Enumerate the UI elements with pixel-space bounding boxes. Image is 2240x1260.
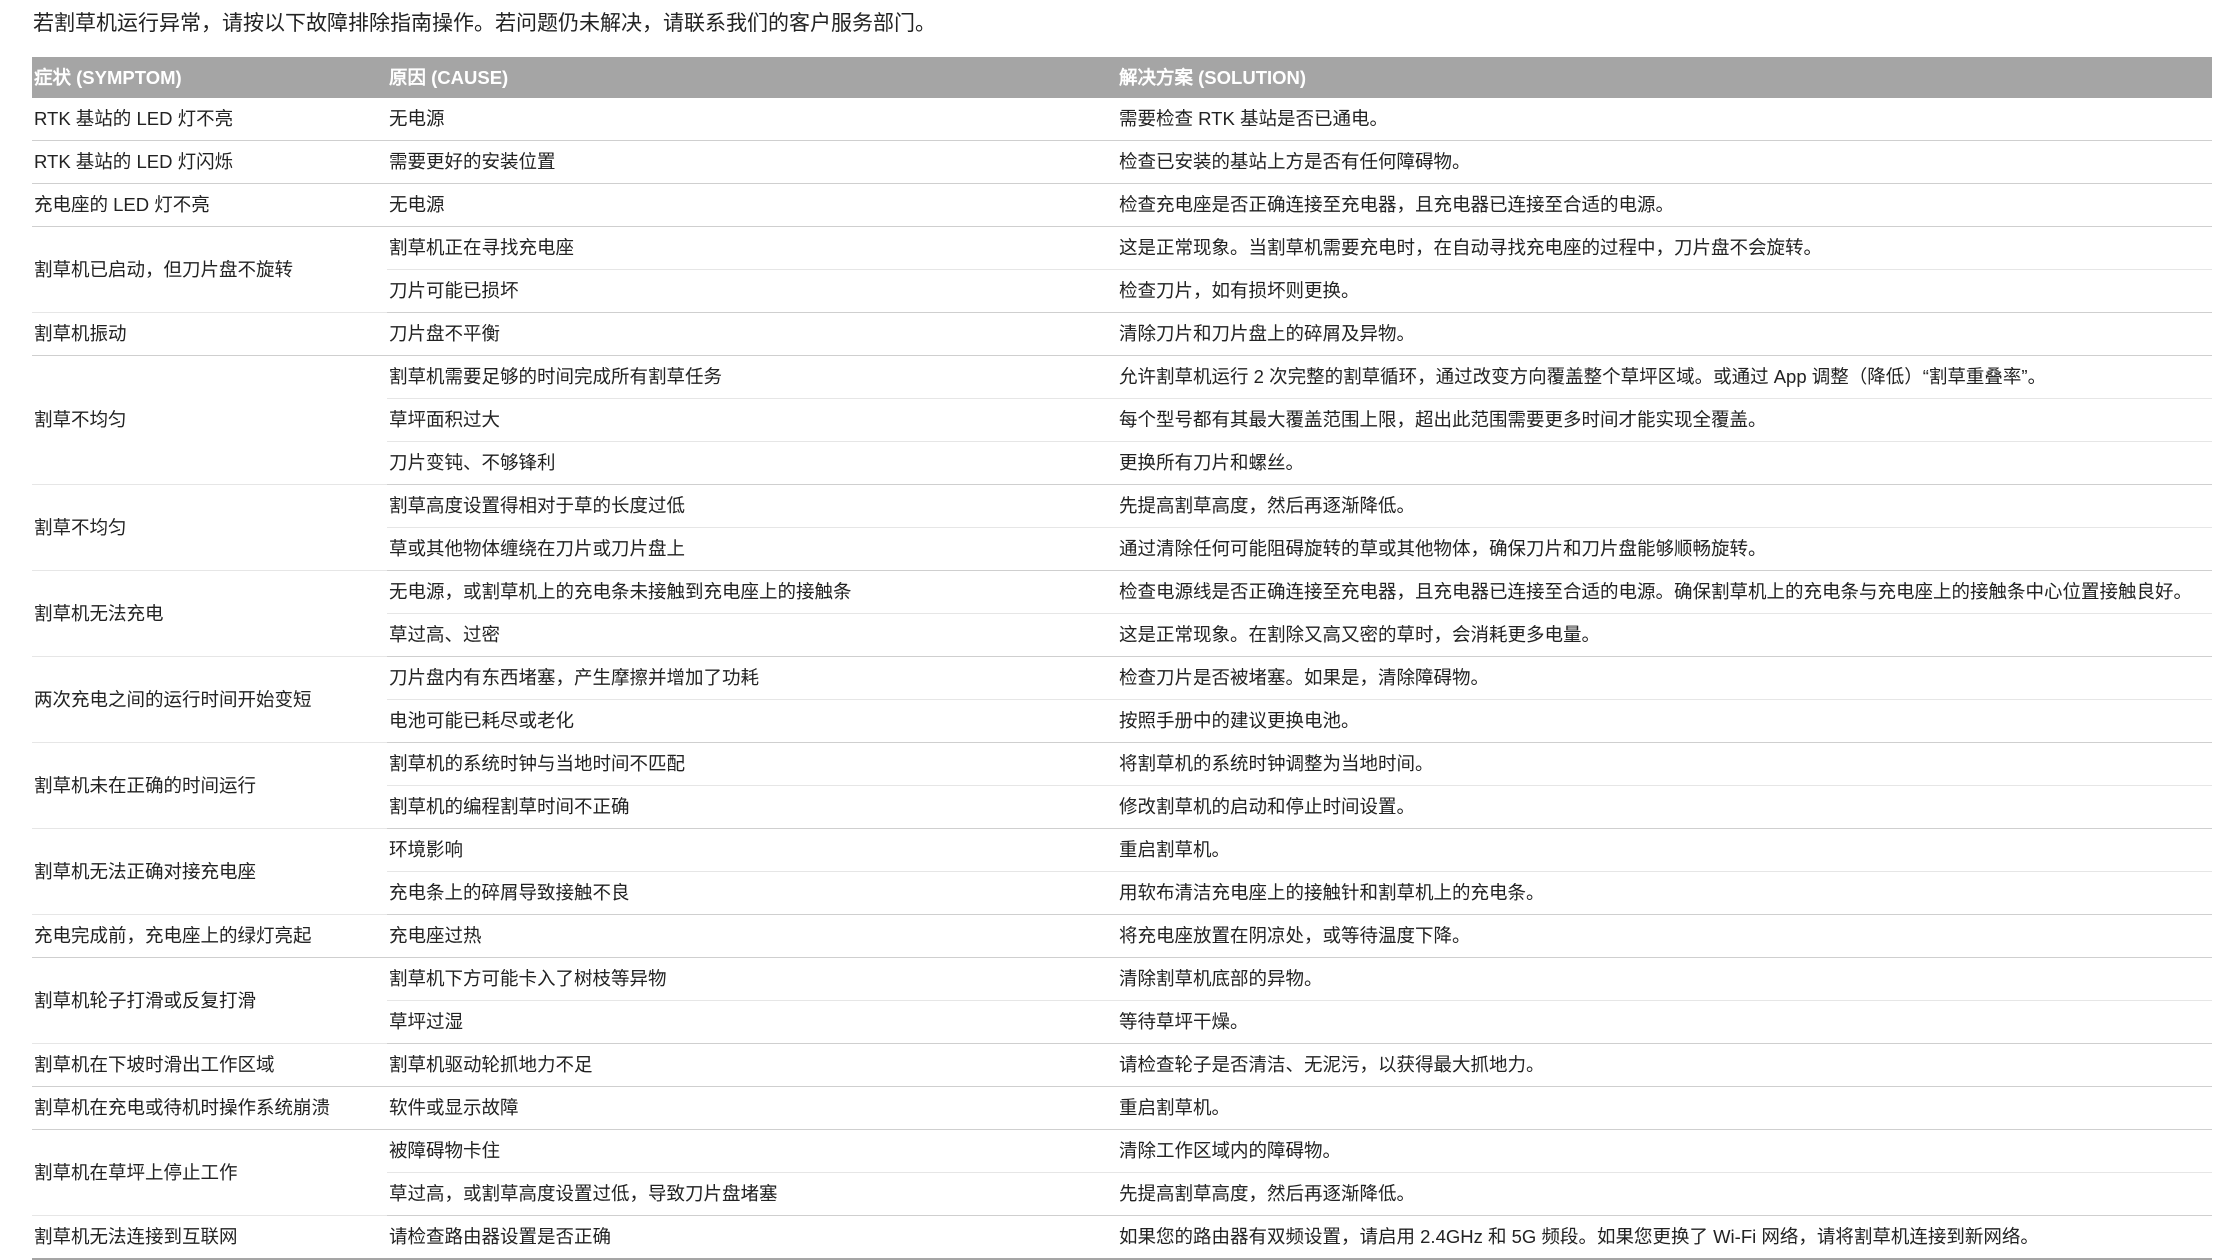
cause-cell: 草坪面积过大 (387, 398, 1117, 442)
solution-cell: 清除割草机底部的异物。 (1117, 957, 2212, 1001)
table-row: 充电座的 LED 灯不亮 无电源 检查充电座是否正确连接至充电器，且充电器已连接至合… (32, 183, 2212, 227)
cause-cell: 割草高度设置得相对于草的长度过低 (387, 484, 1117, 528)
solution-cell: 等待草坪干燥。 (1117, 1000, 2212, 1044)
symptom-cell: 割草不均匀 (32, 484, 387, 571)
header-solution: 解决方案 (SOLUTION) (1117, 57, 2212, 98)
solution-cell: 先提高割草高度，然后再逐渐降低。 (1117, 484, 2212, 528)
cause-cell: 需要更好的安装位置 (387, 140, 1117, 184)
solution-cell: 更换所有刀片和螺丝。 (1117, 441, 2212, 485)
solution-cell: 这是正常现象。在割除又高又密的草时，会消耗更多电量。 (1117, 613, 2212, 657)
cause-cell: 电池可能已耗尽或老化 (387, 699, 1117, 743)
cause-cell: 环境影响 (387, 828, 1117, 872)
table-row: 割草机未在正确的时间运行 割草机的系统时钟与当地时间不匹配 将割草机的系统时钟调整为… (32, 742, 2212, 829)
troubleshooting-page: 若割草机运行异常，请按以下故障排除指南操作。若问题仍未解决，请联系我们的客户服务… (0, 0, 2240, 1260)
table-row: 割草不均匀 割草机需要足够的时间完成所有割草任务 允许割草机运行 2 次完整的割草循… (32, 355, 2212, 485)
solution-cell: 清除刀片和刀片盘上的碎屑及异物。 (1117, 312, 2212, 356)
solution-cell: 每个型号都有其最大覆盖范围上限，超出此范围需要更多时间才能实现全覆盖。 (1117, 398, 2212, 442)
solution-cell: 将割草机的系统时钟调整为当地时间。 (1117, 742, 2212, 786)
table-row: 割草机在充电或待机时操作系统崩溃 软件或显示故障 重启割草机。 (32, 1086, 2212, 1130)
cause-cell: 充电座过热 (387, 914, 1117, 958)
table-body: RTK 基站的 LED 灯不亮 无电源 需要检查 RTK 基站是否已通电。 RTK 基… (32, 98, 2212, 1260)
cause-cell: 割草机的系统时钟与当地时间不匹配 (387, 742, 1117, 786)
solution-cell: 重启割草机。 (1117, 1086, 2212, 1130)
cause-cell: 草坪过湿 (387, 1000, 1117, 1044)
cause-cell: 请检查路由器设置是否正确 (387, 1215, 1117, 1260)
symptom-cell: RTK 基站的 LED 灯闪烁 (32, 140, 387, 184)
table-row: RTK 基站的 LED 灯不亮 无电源 需要检查 RTK 基站是否已通电。 (32, 98, 2212, 141)
cause-cell: 割草机下方可能卡入了树枝等异物 (387, 957, 1117, 1001)
symptom-cell: 割草机无法充电 (32, 570, 387, 657)
symptom-cell: 两次充电之间的运行时间开始变短 (32, 656, 387, 743)
solution-cell: 用软布清洁充电座上的接触针和割草机上的充电条。 (1117, 871, 2212, 915)
intro-text: 若割草机运行异常，请按以下故障排除指南操作。若问题仍未解决，请联系我们的客户服务… (33, 12, 936, 35)
cause-cell: 割草机的编程割草时间不正确 (387, 785, 1117, 829)
solution-cell: 检查已安装的基站上方是否有任何障碍物。 (1117, 140, 2212, 184)
symptom-cell: 充电完成前，充电座上的绿灯亮起 (32, 914, 387, 958)
table-row: 割草机在草坪上停止工作 被障碍物卡住 清除工作区域内的障碍物。 (32, 1129, 2212, 1216)
cause-cell: 刀片盘内有东西堵塞，产生摩擦并增加了功耗 (387, 656, 1117, 700)
symptom-cell: 割草机无法正确对接充电座 (32, 828, 387, 915)
cause-cell: 无电源，或割草机上的充电条未接触到充电座上的接触条 (387, 570, 1117, 614)
cause-cell: 草过高，或割草高度设置过低，导致刀片盘堵塞 (387, 1172, 1117, 1216)
table-row: 割草机在下坡时滑出工作区域 割草机驱动轮抓地力不足 请检查轮子是否清洁、无泥污，以获… (32, 1043, 2212, 1087)
symptom-cell: 割草机在草坪上停止工作 (32, 1129, 387, 1216)
solution-cell: 按照手册中的建议更换电池。 (1117, 699, 2212, 743)
symptom-cell: 割草不均匀 (32, 355, 387, 485)
symptom-cell: 充电座的 LED 灯不亮 (32, 183, 387, 227)
table-row: 充电完成前，充电座上的绿灯亮起 充电座过热 将充电座放置在阴凉处，或等待温度下降。 (32, 914, 2212, 958)
solution-cell: 允许割草机运行 2 次完整的割草循环，通过改变方向覆盖整个草坪区域。或通过 Ap… (1117, 355, 2212, 399)
cause-cell: 软件或显示故障 (387, 1086, 1117, 1130)
solution-cell: 检查充电座是否正确连接至充电器，且充电器已连接至合适的电源。 (1117, 183, 2212, 227)
table-row: 割草机无法正确对接充电座 环境影响 重启割草机。 (32, 828, 2212, 915)
cause-cell: 被障碍物卡住 (387, 1129, 1117, 1173)
symptom-cell: 割草机在充电或待机时操作系统崩溃 (32, 1086, 387, 1130)
symptom-cell: 割草机在下坡时滑出工作区域 (32, 1043, 387, 1087)
table-header: 症状 (SYMPTOM) 原因 (CAUSE) 解决方案 (SOLUTION) (32, 57, 2212, 98)
header-cause: 原因 (CAUSE) (387, 57, 1117, 98)
cause-cell: 割草机驱动轮抓地力不足 (387, 1043, 1117, 1087)
cause-cell: 刀片可能已损坏 (387, 269, 1117, 313)
cause-cell: 无电源 (387, 183, 1117, 227)
solution-cell: 请检查轮子是否清洁、无泥污，以获得最大抓地力。 (1117, 1043, 2212, 1087)
header-symptom: 症状 (SYMPTOM) (32, 57, 387, 98)
symptom-cell: 割草机无法连接到互联网 (32, 1215, 387, 1260)
symptom-cell: RTK 基站的 LED 灯不亮 (32, 98, 387, 141)
solution-cell: 检查刀片是否被堵塞。如果是，清除障碍物。 (1117, 656, 2212, 700)
solution-cell: 重启割草机。 (1117, 828, 2212, 872)
symptom-cell: 割草机未在正确的时间运行 (32, 742, 387, 829)
table-row: 割草机已启动，但刀片盘不旋转 割草机正在寻找充电座 这是正常现象。当割草机需要充电时… (32, 226, 2212, 313)
table-row: 割草机轮子打滑或反复打滑 割草机下方可能卡入了树枝等异物 清除割草机底部的异物。 (32, 957, 2212, 1044)
solution-cell: 需要检查 RTK 基站是否已通电。 (1117, 98, 2212, 141)
table-row: 割草机振动 刀片盘不平衡 清除刀片和刀片盘上的碎屑及异物。 (32, 312, 2212, 356)
solution-cell: 检查刀片，如有损坏则更换。 (1117, 269, 2212, 313)
table-row: RTK 基站的 LED 灯闪烁 需要更好的安装位置 检查已安装的基站上方是否有任何障… (32, 140, 2212, 184)
cause-cell: 割草机正在寻找充电座 (387, 226, 1117, 270)
header-row: 症状 (SYMPTOM) 原因 (CAUSE) 解决方案 (SOLUTION) (32, 57, 2212, 98)
solution-cell: 通过清除任何可能阻碍旋转的草或其他物体，确保刀片和刀片盘能够顺畅旋转。 (1117, 527, 2212, 571)
table-row: 割草不均匀 割草高度设置得相对于草的长度过低 先提高割草高度，然后再逐渐降低。 (32, 484, 2212, 571)
solution-cell: 这是正常现象。当割草机需要充电时，在自动寻找充电座的过程中，刀片盘不会旋转。 (1117, 226, 2212, 270)
solution-cell: 先提高割草高度，然后再逐渐降低。 (1117, 1172, 2212, 1216)
solution-cell: 如果您的路由器有双频设置，请启用 2.4GHz 和 5G 频段。如果您更换了 W… (1117, 1215, 2212, 1260)
table-row: 割草机无法连接到互联网 请检查路由器设置是否正确 如果您的路由器有双频设置，请启用 … (32, 1215, 2212, 1260)
cause-cell: 草或其他物体缠绕在刀片或刀片盘上 (387, 527, 1117, 571)
cause-cell: 割草机需要足够的时间完成所有割草任务 (387, 355, 1117, 399)
symptom-cell: 割草机已启动，但刀片盘不旋转 (32, 226, 387, 313)
troubleshooting-table: 症状 (SYMPTOM) 原因 (CAUSE) 解决方案 (SOLUTION) … (32, 57, 2212, 1260)
cause-cell: 刀片变钝、不够锋利 (387, 441, 1117, 485)
table-row: 割草机无法充电 无电源，或割草机上的充电条未接触到充电座上的接触条 检查电源线是否正… (32, 570, 2212, 657)
cause-cell: 刀片盘不平衡 (387, 312, 1117, 356)
cause-cell: 草过高、过密 (387, 613, 1117, 657)
solution-cell: 检查电源线是否正确连接至充电器，且充电器已连接至合适的电源。确保割草机上的充电条… (1117, 570, 2212, 614)
solution-cell: 修改割草机的启动和停止时间设置。 (1117, 785, 2212, 829)
cause-cell: 充电条上的碎屑导致接触不良 (387, 871, 1117, 915)
solution-cell: 清除工作区域内的障碍物。 (1117, 1129, 2212, 1173)
cause-cell: 无电源 (387, 98, 1117, 141)
solution-cell: 将充电座放置在阴凉处，或等待温度下降。 (1117, 914, 2212, 958)
table-row: 两次充电之间的运行时间开始变短 刀片盘内有东西堵塞，产生摩擦并增加了功耗 检查刀片是… (32, 656, 2212, 743)
symptom-cell: 割草机轮子打滑或反复打滑 (32, 957, 387, 1044)
symptom-cell: 割草机振动 (32, 312, 387, 356)
